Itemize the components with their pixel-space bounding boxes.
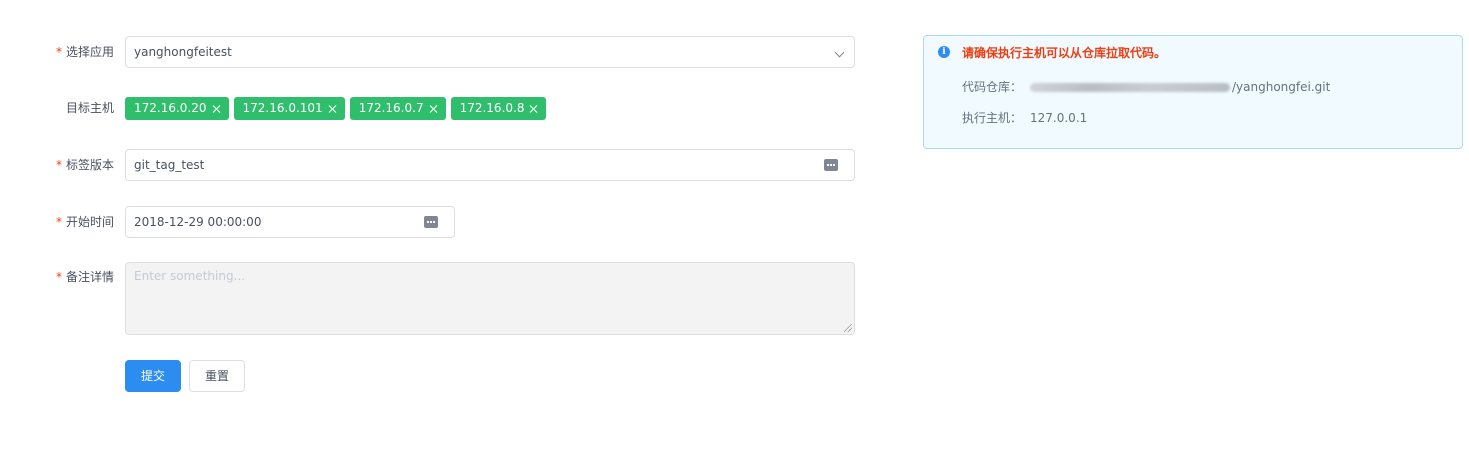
- close-icon[interactable]: [329, 105, 337, 113]
- close-icon[interactable]: [430, 105, 438, 113]
- host-tag[interactable]: 172.16.0.101: [233, 97, 345, 120]
- deploy-form-page: * 选择应用 yanghongfeitest 目标主机 172.16.0.20 1…: [0, 0, 1469, 453]
- alert-host-line: 执行主机： 127.0.0.1: [962, 109, 1087, 126]
- host-value: 127.0.0.1: [1030, 111, 1088, 125]
- alert-repo-line: 代码仓库： /yanghongfei.git: [962, 78, 1330, 95]
- submit-button[interactable]: 提交: [125, 360, 181, 392]
- tag-version-label: * 标签版本: [55, 158, 114, 172]
- info-icon: i: [938, 46, 950, 58]
- more-dots-icon[interactable]: [424, 216, 438, 228]
- resize-handle-icon[interactable]: [844, 324, 852, 332]
- close-icon[interactable]: [213, 105, 221, 113]
- reset-button[interactable]: 重置: [189, 360, 245, 392]
- app-label: * 选择应用: [55, 45, 114, 59]
- host-tag[interactable]: 172.16.0.8: [450, 97, 547, 120]
- repo-label: 代码仓库：: [962, 80, 1023, 94]
- start-time-label: * 开始时间: [55, 215, 114, 229]
- host-tags: 172.16.0.20 172.16.0.101 172.16.0.7 172.…: [125, 97, 547, 120]
- remark-textarea[interactable]: Enter something...: [125, 262, 855, 335]
- remark-label: * 备注详情: [55, 270, 114, 284]
- repo-value: /yanghongfei.git: [1232, 80, 1331, 94]
- host-tag[interactable]: 172.16.0.7: [349, 97, 446, 120]
- more-dots-icon[interactable]: [824, 159, 838, 171]
- host-tag[interactable]: 172.16.0.20: [125, 97, 229, 120]
- info-alert: i 请确保执行主机可以从仓库拉取代码。 代码仓库： /yanghongfei.gi…: [923, 35, 1463, 149]
- app-select-value: yanghongfeitest: [134, 45, 232, 59]
- start-time-picker[interactable]: 2018-12-29 00:00:00: [125, 206, 455, 238]
- chevron-down-icon: [834, 47, 845, 58]
- redacted-blur: [1030, 83, 1231, 92]
- remark-placeholder: Enter something...: [134, 269, 245, 283]
- alert-title: 请确保执行主机可以从仓库拉取代码。: [962, 46, 1167, 60]
- app-select[interactable]: yanghongfeitest: [125, 36, 855, 68]
- hosts-label: 目标主机: [65, 101, 114, 115]
- host-label: 执行主机：: [962, 111, 1023, 125]
- tag-version-value: git_tag_test: [134, 158, 205, 172]
- close-icon[interactable]: [530, 105, 538, 113]
- start-time-value: 2018-12-29 00:00:00: [134, 215, 262, 229]
- tag-version-input[interactable]: git_tag_test: [125, 149, 855, 181]
